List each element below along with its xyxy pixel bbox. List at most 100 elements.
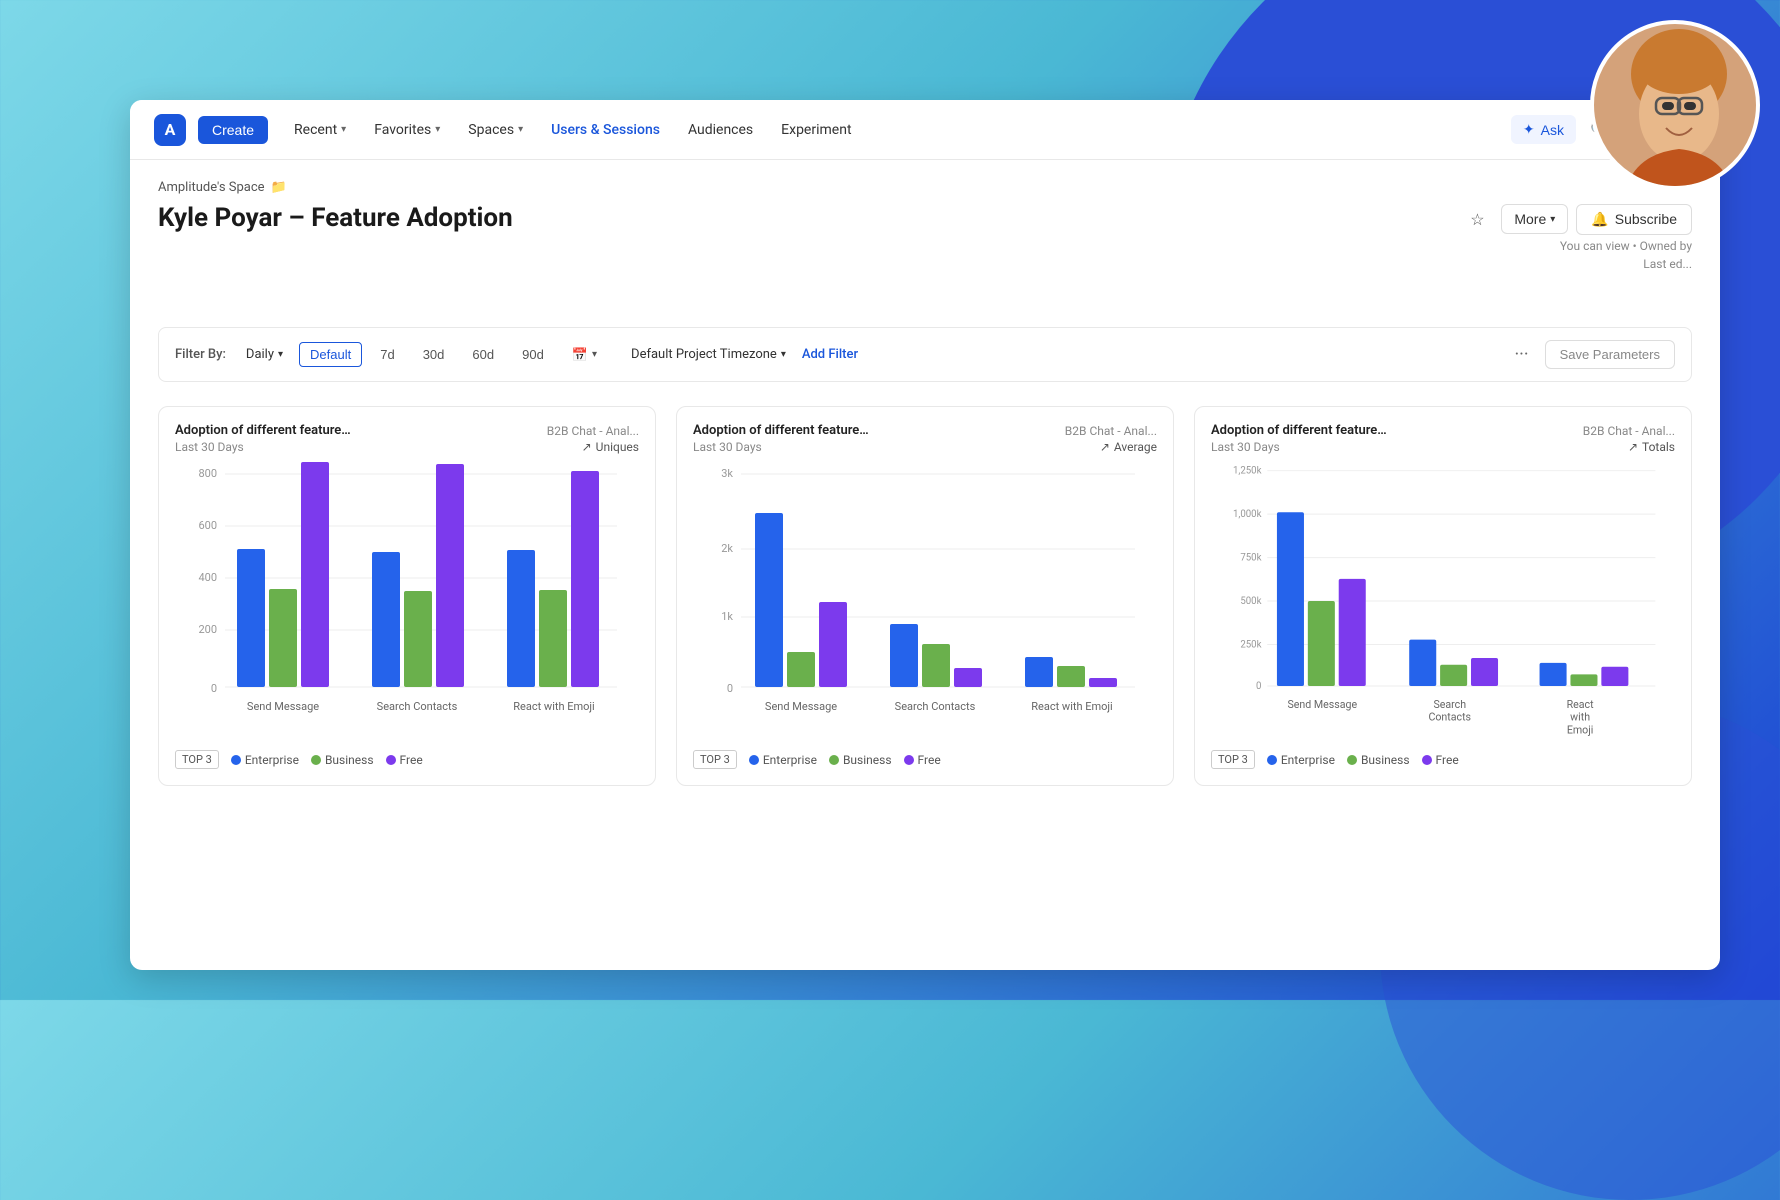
navbar: A Create Recent ▾ Favorites ▾ Spaces ▾ U…: [130, 100, 1720, 160]
chart-card-1: Adoption of different features by plan .…: [158, 406, 656, 786]
default-period-button[interactable]: Default: [299, 342, 362, 367]
svg-text:Search Contacts: Search Contacts: [895, 700, 976, 713]
owned-text: You can view • Owned by: [1560, 239, 1692, 253]
chart-subtitle-2: B2B Chat - Anal...: [1065, 424, 1157, 438]
period-7d-button[interactable]: 7d: [370, 343, 404, 366]
chart-metric-1: ↗ Uniques: [582, 440, 639, 454]
svg-text:800: 800: [198, 467, 217, 480]
chart-metric-3: ↗ Totals: [1628, 440, 1675, 454]
nav-item-favorites[interactable]: Favorites ▾: [364, 114, 450, 146]
svg-text:React with Emoji: React with Emoji: [513, 700, 595, 713]
svg-text:React: React: [1567, 698, 1594, 711]
chevron-down-icon: ▾: [518, 124, 523, 135]
user-avatar[interactable]: [1590, 20, 1760, 190]
chart-days-2: Last 30 Days: [693, 440, 762, 454]
legend-business-2: Business: [829, 753, 892, 767]
chart-days-1: Last 30 Days: [175, 440, 244, 454]
more-dots-button[interactable]: ···: [1506, 340, 1536, 369]
legend-top3-2: TOP 3: [693, 750, 737, 769]
legend-free-1: Free: [386, 753, 423, 767]
add-filter-button[interactable]: Add Filter: [802, 347, 858, 362]
logo[interactable]: A: [154, 114, 186, 146]
nav-item-spaces[interactable]: Spaces ▾: [458, 114, 533, 146]
timezone-value: Default Project Timezone: [631, 347, 777, 362]
breadcrumb-label[interactable]: Amplitude's Space: [158, 180, 265, 195]
granularity-value: Daily: [246, 347, 274, 362]
svg-text:1,000k: 1,000k: [1233, 509, 1262, 520]
chart-days-3: Last 30 Days: [1211, 440, 1280, 454]
content-area: Amplitude's Space 📁 Kyle Poyar – Feature…: [130, 160, 1720, 806]
legend-free-2: Free: [904, 753, 941, 767]
svg-text:with: with: [1570, 711, 1590, 724]
svg-text:Send Message: Send Message: [1288, 698, 1358, 711]
svg-text:1k: 1k: [721, 610, 733, 623]
chart-legend-1: TOP 3 Enterprise Business Free: [175, 750, 639, 769]
nav-item-recent[interactable]: Recent ▾: [284, 114, 356, 146]
nav-label-recent: Recent: [294, 122, 337, 138]
svg-text:Send Message: Send Message: [247, 700, 319, 713]
legend-business-1: Business: [311, 753, 374, 767]
svg-text:0: 0: [211, 682, 217, 695]
chart-subtitle-1: B2B Chat - Anal...: [547, 424, 639, 438]
svg-text:750k: 750k: [1240, 552, 1261, 563]
nav-label-users-sessions: Users & Sessions: [551, 122, 660, 138]
legend-business-3: Business: [1347, 753, 1410, 767]
star-button[interactable]: ☆: [1461, 203, 1493, 235]
chart-header-1: Adoption of different features by plan .…: [175, 423, 639, 454]
chevron-down-icon: ▾: [781, 349, 786, 360]
chart-svg-2: 3k 2k 1k 0: [693, 462, 1157, 742]
svg-text:400: 400: [198, 571, 217, 584]
period-30d-button[interactable]: 30d: [413, 343, 455, 366]
chart-card-2: Adoption of different features by plan .…: [676, 406, 1174, 786]
legend-top3-1: TOP 3: [175, 750, 219, 769]
chart-subtitle-3: B2B Chat - Anal...: [1583, 424, 1675, 438]
period-90d-button[interactable]: 90d: [512, 343, 554, 366]
svg-text:Emoji: Emoji: [1567, 723, 1594, 736]
chart-header-2: Adoption of different features by plan .…: [693, 423, 1157, 454]
calendar-button[interactable]: 📅 ▾: [562, 343, 607, 367]
granularity-dropdown[interactable]: Daily ▾: [238, 343, 291, 366]
svg-text:Search: Search: [1433, 698, 1466, 711]
more-button[interactable]: More ▾: [1501, 204, 1568, 234]
ask-button[interactable]: ✦ Ask: [1511, 115, 1576, 144]
last-edited-text: Last ed...: [1643, 257, 1692, 271]
breadcrumb: Amplitude's Space 📁: [158, 180, 1692, 195]
page-title: Kyle Poyar – Feature Adoption: [158, 203, 513, 233]
nav-label-audiences: Audiences: [688, 122, 753, 138]
chart-metric-2: ↗ Average: [1100, 440, 1157, 454]
legend-enterprise-1: Enterprise: [231, 753, 299, 767]
svg-text:0: 0: [1256, 681, 1261, 692]
save-parameters-button[interactable]: Save Parameters: [1545, 340, 1675, 369]
calendar-icon: 📅: [572, 347, 588, 363]
legend-top3-3: TOP 3: [1211, 750, 1255, 769]
nav-item-audiences[interactable]: Audiences: [678, 114, 763, 146]
metric-icon-1: ↗: [582, 440, 592, 454]
chart-legend-3: TOP 3 Enterprise Business Free: [1211, 750, 1675, 769]
nav-item-experiment[interactable]: Experiment: [771, 114, 861, 146]
timezone-dropdown[interactable]: Default Project Timezone ▾: [623, 343, 794, 366]
chevron-down-icon: ▾: [278, 349, 283, 360]
filter-bar-right: ··· Save Parameters: [1506, 340, 1675, 369]
legend-free-3: Free: [1422, 753, 1459, 767]
ask-icon: ✦: [1523, 121, 1535, 138]
nav-label-favorites: Favorites: [374, 122, 431, 138]
chart-header-3: Adoption of different features by plan .…: [1211, 423, 1675, 454]
period-60d-button[interactable]: 60d: [462, 343, 504, 366]
svg-text:200: 200: [198, 623, 217, 636]
svg-text:600: 600: [198, 519, 217, 532]
subscribe-icon: 🔔: [1591, 211, 1608, 228]
chart-svg-1: 800 600 400 200 0: [175, 462, 639, 742]
legend-enterprise-3: Enterprise: [1267, 753, 1335, 767]
more-label: More: [1514, 211, 1546, 227]
svg-text:0: 0: [727, 682, 733, 695]
chart-title-3: Adoption of different features by plan .…: [1211, 423, 1391, 438]
svg-text:1,250k: 1,250k: [1233, 466, 1262, 477]
subscribe-button[interactable]: 🔔 Subscribe: [1576, 204, 1692, 235]
nav-label-experiment: Experiment: [781, 122, 851, 138]
chart-title-2: Adoption of different features by plan .…: [693, 423, 873, 438]
chart-card-3: Adoption of different features by plan .…: [1194, 406, 1692, 786]
nav-item-users-sessions[interactable]: Users & Sessions: [541, 114, 670, 146]
svg-text:3k: 3k: [721, 467, 733, 480]
svg-text:Search Contacts: Search Contacts: [377, 700, 458, 713]
create-button[interactable]: Create: [198, 116, 268, 144]
